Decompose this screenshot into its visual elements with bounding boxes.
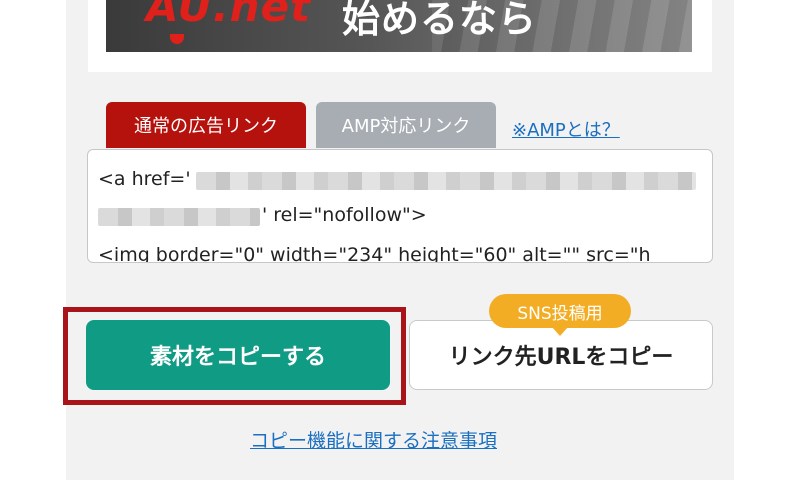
tab-amp-link[interactable]: AMP対応リンク	[316, 102, 496, 148]
amp-help-link[interactable]: ※AMPとは？	[512, 116, 620, 142]
code-line-2: ' rel="nofollow">	[262, 204, 427, 226]
banner-logo-mark	[170, 34, 184, 44]
ad-banner-image[interactable]: AU.net 始めるなら	[106, 0, 692, 52]
redacted-url-1	[196, 172, 696, 190]
sns-badge-label: SNS投稿用	[517, 303, 603, 324]
sns-badge: SNS投稿用	[489, 294, 631, 336]
ad-code-textarea[interactable]: <a href=' ' rel="nofollow"> <img border=…	[87, 149, 713, 263]
banner-tagline: 始めるなら	[342, 0, 538, 41]
code-line-3: <img border="0" width="234" height="60" …	[98, 244, 651, 263]
tab-amp-label: AMP対応リンク	[341, 116, 471, 137]
redacted-url-2	[98, 208, 260, 226]
copy-notes-link[interactable]: コピー機能に関する注意事項	[250, 426, 497, 453]
tab-normal-label: 通常の広告リンク	[134, 116, 278, 137]
tab-normal-ad-link[interactable]: 通常の広告リンク	[106, 102, 306, 148]
code-line-1: <a href='	[98, 168, 191, 190]
copy-material-button[interactable]: 素材をコピーする	[86, 320, 390, 390]
banner-logo: AU.net	[146, 0, 312, 31]
